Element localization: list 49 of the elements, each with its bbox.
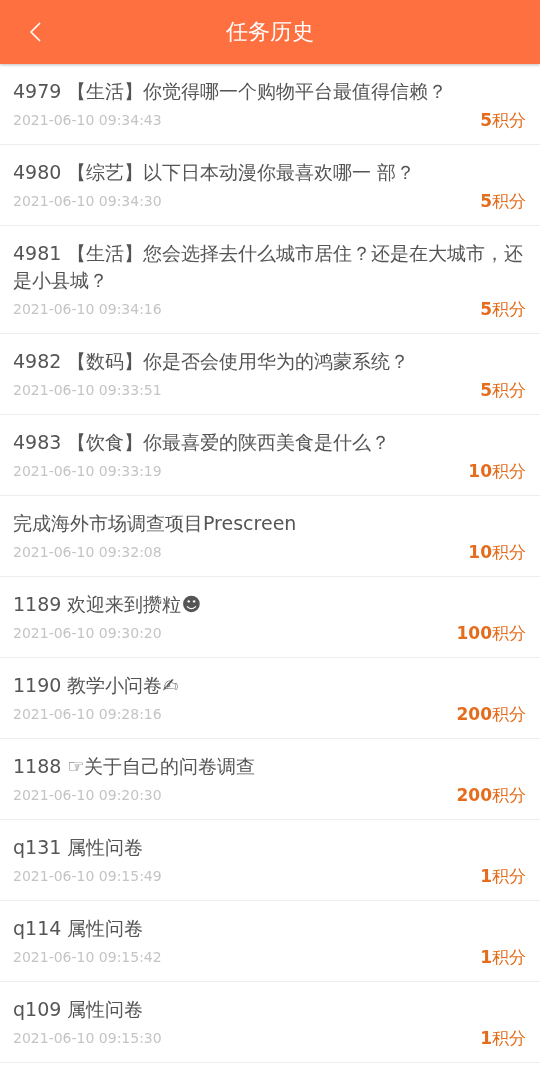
task-item[interactable]: 1189 欢迎来到攒粒☻ 2021-06-10 09:30:20 100积分	[0, 577, 540, 658]
task-time: 2021-06-10 09:33:51	[13, 381, 162, 400]
task-points: 5积分	[480, 298, 526, 320]
task-item[interactable]: 1190 教学小问卷✍ 2021-06-10 09:28:16 200积分	[0, 658, 540, 739]
task-time: 2021-06-10 09:15:42	[13, 948, 162, 967]
task-time: 2021-06-10 09:33:19	[13, 462, 162, 481]
task-points: 10积分	[468, 460, 526, 482]
task-title: 4980 【综艺】以下日本动漫你最喜欢哪一 部？	[13, 160, 417, 185]
page-title: 任务历史	[226, 18, 314, 46]
task-title: 1188 ☞关于自己的问卷调查	[13, 754, 257, 779]
task-title: q131 属性问卷	[13, 835, 145, 860]
task-item[interactable]: 4980 【综艺】以下日本动漫你最喜欢哪一 部？ 2021-06-10 09:34:30 5积分	[0, 145, 540, 226]
task-title: 1190 教学小问卷✍	[13, 673, 180, 698]
task-title: 4982 【数码】你是否会使用华为的鸿蒙系统？	[13, 349, 411, 374]
task-time: 2021-06-10 09:28:16	[13, 705, 162, 724]
task-item[interactable]: q114 属性问卷 2021-06-10 09:15:42 1积分	[0, 901, 540, 982]
task-item[interactable]: 1188 ☞关于自己的问卷调查 2021-06-10 09:20:30 200积分	[0, 739, 540, 820]
task-time: 2021-06-10 09:15:49	[13, 867, 162, 886]
task-item[interactable]: 4979 【生活】你觉得哪一个购物平台最值得信赖？ 2021-06-10 09:34:43 5积分	[0, 64, 540, 145]
task-title: 4981 【生活】您会选择去什么城市居住？还是在大城市，还是小县城？	[13, 241, 525, 293]
task-points: 200积分	[456, 784, 526, 806]
task-title: 完成海外市场调查项目Prescreen	[13, 511, 298, 536]
task-points: 5积分	[480, 190, 526, 212]
task-item[interactable]: 4982 【数码】你是否会使用华为的鸿蒙系统？ 2021-06-10 09:33:51 5积分	[0, 334, 540, 415]
task-title: 4983 【饮食】你最喜爱的陕西美食是什么？	[13, 430, 392, 455]
task-points: 1积分	[480, 946, 526, 968]
task-points: 10积分	[468, 541, 526, 563]
task-title: 4979 【生活】你觉得哪一个购物平台最值得信赖？	[13, 79, 449, 104]
task-time: 2021-06-10 09:20:30	[13, 786, 162, 805]
task-title: q109 属性问卷	[13, 997, 145, 1022]
task-points: 5积分	[480, 109, 526, 131]
task-time: 2021-06-10 09:34:30	[13, 192, 162, 211]
task-time: 2021-06-10 09:15:30	[13, 1029, 162, 1048]
task-points: 5积分	[480, 379, 526, 401]
task-title: q114 属性问卷	[13, 916, 145, 941]
task-points: 100积分	[456, 622, 526, 644]
task-item[interactable]: q109 属性问卷 2021-06-10 09:15:30 1积分	[0, 982, 540, 1063]
task-item[interactable]: 完成海外市场调查项目Prescreen 2021-06-10 09:32:08 10积分	[0, 496, 540, 577]
task-points: 1积分	[480, 1027, 526, 1049]
task-time: 2021-06-10 09:34:16	[13, 300, 162, 319]
task-item[interactable]: 4983 【饮食】你最喜爱的陕西美食是什么？ 2021-06-10 09:33:19 10积分	[0, 415, 540, 496]
task-points: 200积分	[456, 703, 526, 725]
task-title: 1189 欢迎来到攒粒☻	[13, 592, 203, 617]
task-item[interactable]: q131 属性问卷 2021-06-10 09:15:49 1积分	[0, 820, 540, 901]
task-time: 2021-06-10 09:34:43	[13, 111, 162, 130]
task-time: 2021-06-10 09:30:20	[13, 624, 162, 643]
task-item[interactable]: 4981 【生活】您会选择去什么城市居住？还是在大城市，还是小县城？ 2021-06-10 09:34:16 5积分	[0, 226, 540, 334]
task-time: 2021-06-10 09:32:08	[13, 543, 162, 562]
task-points: 1积分	[480, 865, 526, 887]
